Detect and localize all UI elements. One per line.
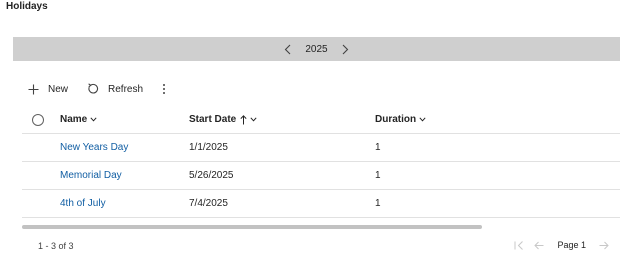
refresh-button[interactable]: Refresh	[86, 82, 143, 96]
column-header-name-label: Name	[60, 114, 88, 125]
chevron-down-icon	[90, 117, 97, 122]
holidays-grid: Name Start Date Duration New Years Day 1…	[22, 106, 620, 218]
holiday-name-link[interactable]: 4th of July	[60, 198, 189, 209]
holiday-name-link[interactable]: Memorial Day	[60, 170, 189, 181]
column-header-start-date-label: Start Date	[189, 114, 237, 125]
horizontal-scrollbar[interactable]	[22, 225, 620, 229]
new-button-label: New	[48, 83, 69, 95]
chevron-left-icon[interactable]	[281, 42, 293, 56]
grid-header-row: Name Start Date Duration	[22, 106, 620, 134]
year-navigator: 2025	[281, 42, 351, 56]
scrollbar-thumb[interactable]	[22, 225, 482, 229]
sort-ascending-icon	[240, 114, 247, 125]
table-row[interactable]: 4th of July 7/4/2025 1	[22, 190, 620, 218]
pagination: Page 1	[513, 239, 610, 251]
start-date-cell: 5/26/2025	[189, 170, 234, 181]
refresh-icon	[86, 82, 100, 96]
plus-icon	[26, 82, 40, 96]
chevron-down-icon	[250, 117, 257, 122]
table-row[interactable]: Memorial Day 5/26/2025 1	[22, 162, 620, 190]
new-button[interactable]: New	[26, 82, 68, 96]
more-vertical-icon[interactable]	[159, 84, 169, 94]
page-label: Page 1	[557, 240, 586, 250]
next-page-icon[interactable]	[598, 239, 610, 251]
column-header-start-date[interactable]: Start Date	[189, 114, 375, 125]
chevron-down-icon	[419, 117, 426, 122]
start-date-cell: 7/4/2025	[189, 198, 228, 209]
select-all-cell	[22, 113, 60, 126]
column-header-name[interactable]: Name	[60, 114, 189, 125]
duration-cell: 1	[375, 142, 381, 153]
refresh-button-label: Refresh	[108, 83, 144, 95]
first-page-icon[interactable]	[513, 239, 525, 251]
year-label: 2025	[305, 43, 328, 55]
year-navigation-bar: 2025	[13, 37, 620, 61]
column-header-duration-label: Duration	[375, 114, 417, 125]
column-header-duration[interactable]: Duration	[375, 114, 575, 125]
duration-cell: 1	[375, 198, 381, 209]
holiday-name-link[interactable]: New Years Day	[60, 142, 189, 153]
chevron-right-icon[interactable]	[340, 42, 352, 56]
record-count: 1 - 3 of 3	[38, 241, 74, 251]
start-date-cell: 1/1/2025	[189, 142, 228, 153]
page-title: Holidays	[6, 1, 48, 12]
command-bar: New Refresh	[26, 80, 169, 98]
select-all-radio[interactable]	[32, 113, 44, 126]
duration-cell: 1	[375, 170, 381, 181]
previous-page-icon[interactable]	[533, 239, 545, 251]
table-row[interactable]: New Years Day 1/1/2025 1	[22, 134, 620, 162]
